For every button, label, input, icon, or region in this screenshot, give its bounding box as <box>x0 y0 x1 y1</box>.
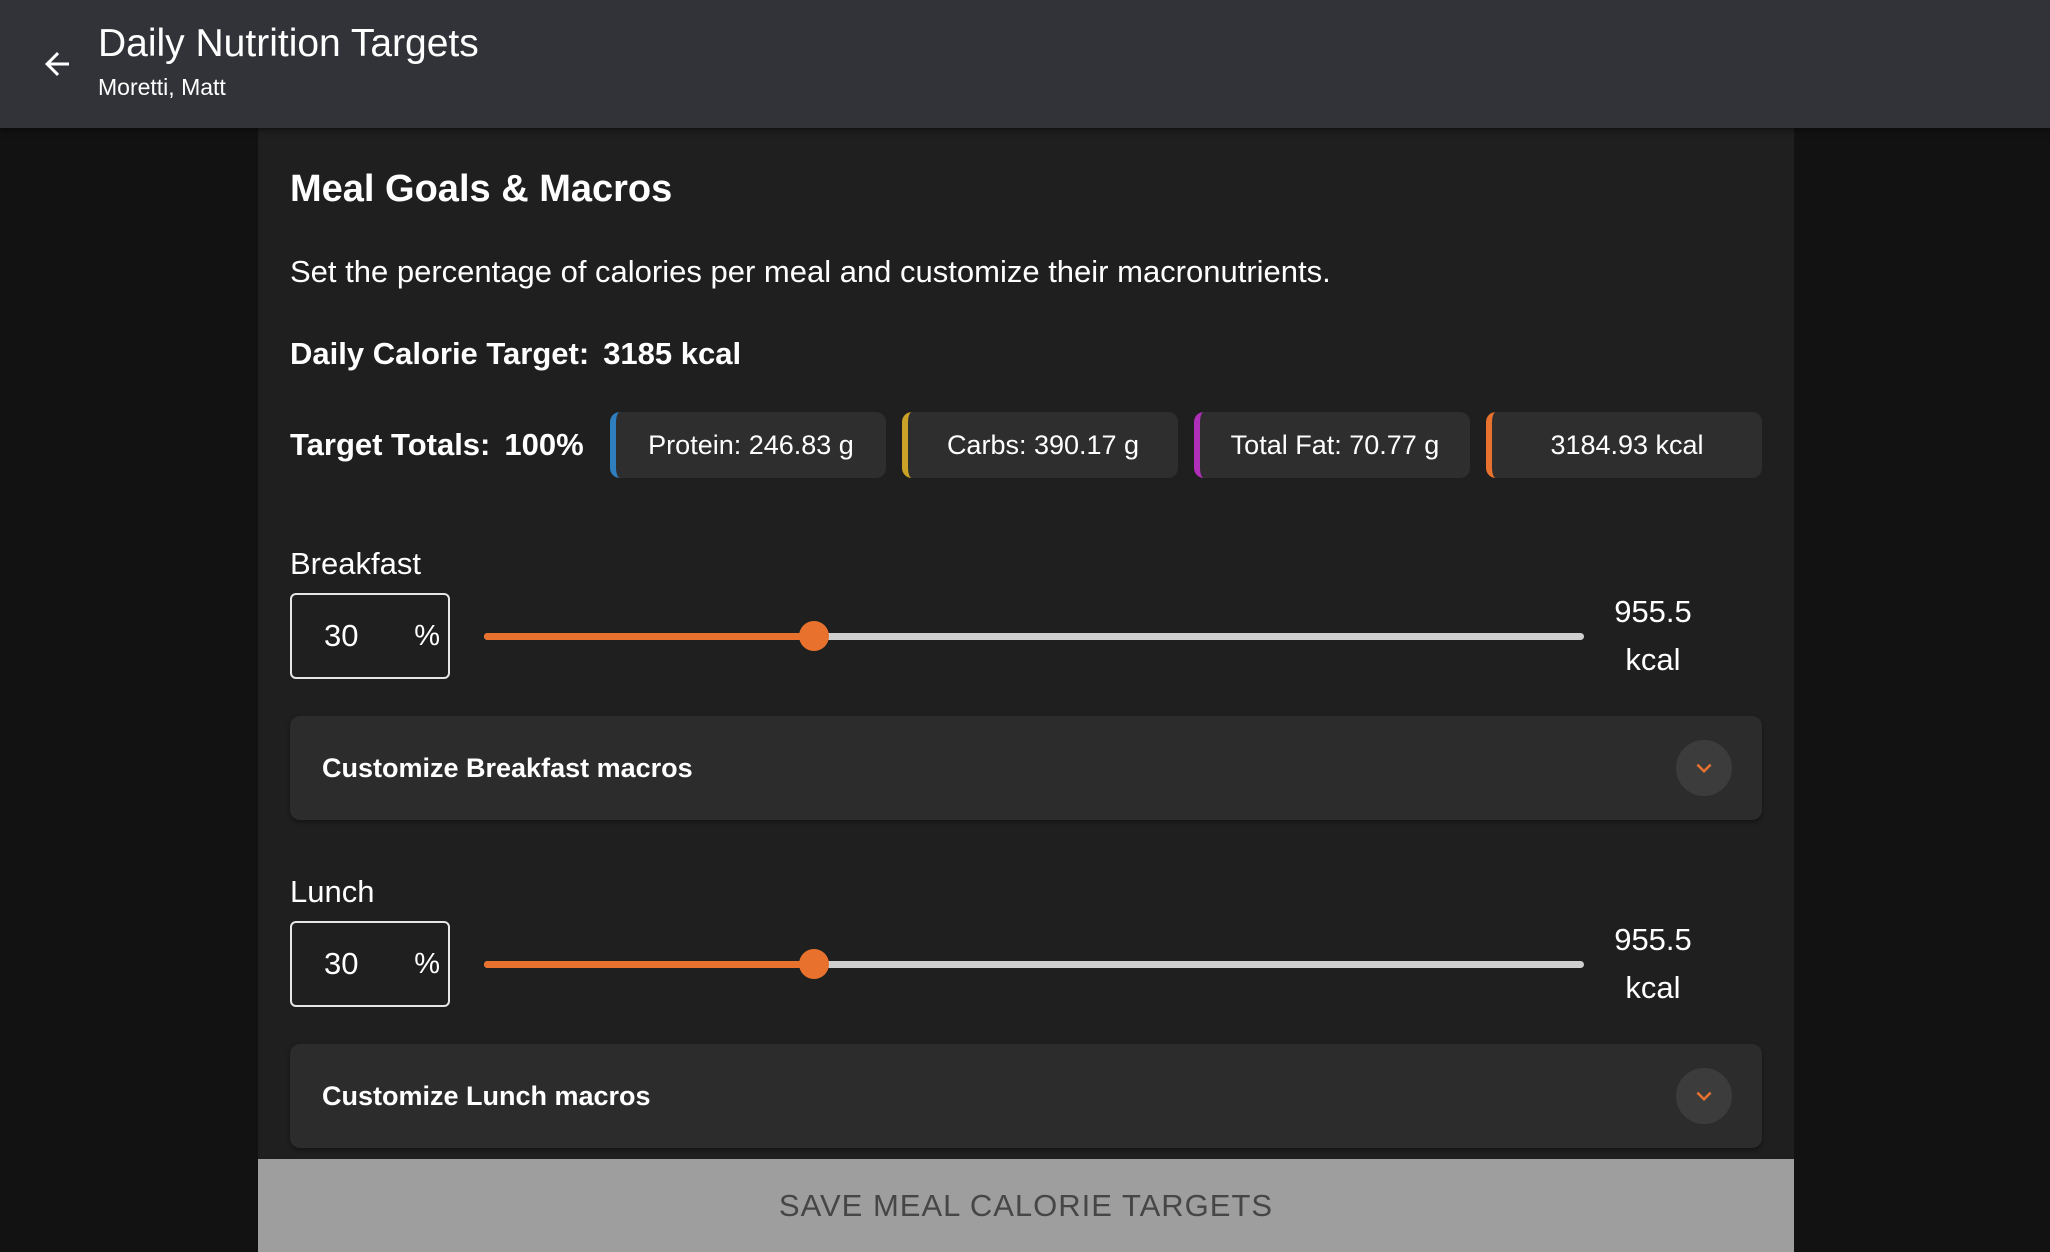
percent-unit: % <box>414 948 440 980</box>
meal-label-breakfast: Breakfast <box>290 546 421 581</box>
chevron-down-icon <box>1696 763 1712 773</box>
section-heading: Meal Goals & Macros <box>290 168 673 210</box>
patient-name: Moretti, Matt <box>98 74 226 100</box>
lunch-kcal-unit: kcal <box>1625 970 1681 1005</box>
customize-lunch-label: Customize Lunch macros <box>322 1081 651 1111</box>
slider-thumb[interactable] <box>799 949 829 979</box>
section-description: Set the percentage of calories per meal … <box>290 254 1331 289</box>
daily-target-value: 3185 kcal <box>603 336 742 371</box>
lunch-percent-input[interactable] <box>292 923 412 1005</box>
customize-breakfast-macros[interactable]: Customize Breakfast macros <box>290 716 1762 820</box>
back-button[interactable] <box>30 30 84 98</box>
daily-target-label: Daily Calorie Target: <box>290 336 590 371</box>
slider-thumb[interactable] <box>799 621 829 651</box>
page-title: Daily Nutrition Targets <box>98 22 479 65</box>
total-kcal-chip: 3184.93 kcal <box>1486 412 1762 478</box>
target-totals-value: 100% <box>504 427 584 462</box>
target-totals-row: Target Totals: 100% Protein: 246.83 g Car… <box>290 410 1762 480</box>
breakfast-kcal-value: 955.5 <box>1614 594 1692 629</box>
breakfast-kcal-readout: 955.5 kcal <box>1588 588 1718 684</box>
meal-label-lunch: Lunch <box>290 874 375 909</box>
breakfast-kcal-unit: kcal <box>1625 642 1681 677</box>
arrow-left-icon <box>45 52 69 76</box>
breakfast-calorie-slider[interactable] <box>484 616 1584 656</box>
customize-breakfast-label: Customize Breakfast macros <box>322 753 693 783</box>
slider-fill <box>484 633 814 640</box>
expand-button[interactable] <box>1676 1068 1732 1124</box>
expand-button[interactable] <box>1676 740 1732 796</box>
target-totals-label: Target Totals: <box>290 427 491 462</box>
lunch-kcal-value: 955.5 <box>1614 922 1692 957</box>
target-totals: Target Totals: 100% <box>290 423 610 467</box>
total-fat-chip: Total Fat: 70.77 g <box>1194 412 1470 478</box>
slider-fill <box>484 961 814 968</box>
protein-chip: Protein: 246.83 g <box>610 412 886 478</box>
app-bar-titles: Daily Nutrition Targets Moretti, Matt <box>98 20 479 104</box>
app-bar: Daily Nutrition Targets Moretti, Matt <box>0 0 2050 128</box>
meal-goals-panel: Meal Goals & Macros Set the percentage o… <box>258 128 1794 1252</box>
save-meal-targets-button[interactable]: SAVE MEAL CALORIE TARGETS <box>258 1159 1794 1252</box>
lunch-percent-field[interactable]: % <box>290 921 450 1007</box>
customize-lunch-macros[interactable]: Customize Lunch macros <box>290 1044 1762 1148</box>
carbs-chip: Carbs: 390.17 g <box>902 412 1178 478</box>
percent-unit: % <box>414 620 440 652</box>
breakfast-percent-input[interactable] <box>292 595 412 677</box>
breakfast-percent-field[interactable]: % <box>290 593 450 679</box>
chevron-down-icon <box>1696 1091 1712 1101</box>
daily-calorie-target: Daily Calorie Target: 3185 kcal <box>290 332 741 376</box>
lunch-calorie-slider[interactable] <box>484 944 1584 984</box>
lunch-kcal-readout: 955.5 kcal <box>1588 916 1718 1012</box>
